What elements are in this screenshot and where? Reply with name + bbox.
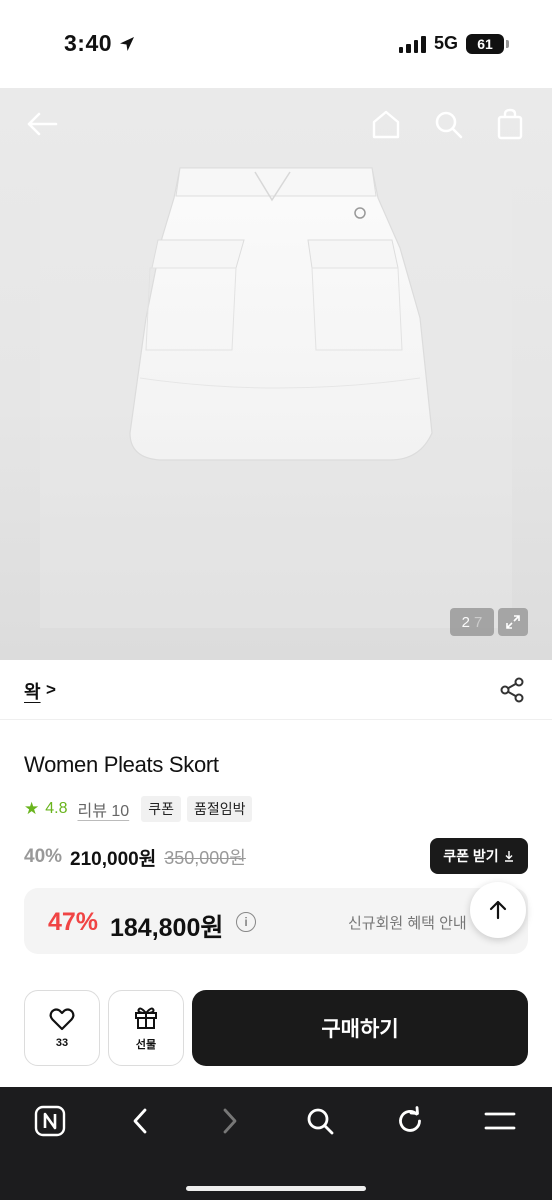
share-icon[interactable] bbox=[498, 676, 526, 704]
price-row: 40% 210,000원 350,000원 bbox=[24, 842, 246, 872]
battery-icon: 61 bbox=[466, 33, 509, 54]
product-image-gallery[interactable]: 2 7 bbox=[0, 88, 552, 660]
coupon-tag: 쿠폰 bbox=[141, 796, 181, 822]
image-counter-total: 7 bbox=[474, 613, 483, 631]
search-icon[interactable] bbox=[302, 1103, 338, 1139]
browser-toolbar bbox=[0, 1087, 552, 1200]
home-icon[interactable] bbox=[368, 106, 404, 142]
image-counter: 2 7 bbox=[450, 608, 494, 636]
gift-button[interactable]: 선물 bbox=[108, 990, 184, 1066]
original-price: 350,000원 bbox=[164, 848, 246, 868]
benefit-price: 184,800원 bbox=[110, 914, 224, 942]
status-time: 3:40 bbox=[64, 30, 113, 56]
brand-name[interactable]: 왁 bbox=[24, 678, 41, 704]
sale-price: 210,000원 bbox=[70, 848, 157, 870]
wishlist-count: 33 bbox=[55, 1037, 69, 1049]
status-bar: 3:40 5G 61 bbox=[0, 0, 552, 88]
scroll-to-top-button[interactable] bbox=[470, 882, 526, 938]
expand-icon bbox=[506, 615, 520, 629]
info-icon[interactable]: i bbox=[236, 912, 256, 932]
gift-label: 선물 bbox=[135, 1039, 157, 1051]
review-link[interactable]: 리뷰 10 bbox=[78, 797, 130, 821]
brand-row[interactable]: 왁 > bbox=[0, 660, 552, 720]
home-indicator bbox=[186, 1186, 366, 1191]
status-indicators: 5G 61 bbox=[398, 33, 509, 54]
arrow-up-icon bbox=[489, 900, 507, 920]
shopping-bag-icon[interactable] bbox=[492, 106, 528, 142]
search-icon[interactable] bbox=[430, 106, 466, 142]
benefit-note[interactable]: 신규회원 혜택 안내 bbox=[348, 912, 467, 933]
heart-icon bbox=[49, 1008, 75, 1031]
status-time-group: 3:40 bbox=[64, 30, 136, 57]
star-icon: ★ bbox=[24, 799, 40, 818]
buy-button[interactable]: 구매하기 bbox=[192, 990, 528, 1066]
back-icon[interactable] bbox=[122, 1103, 158, 1139]
download-icon bbox=[504, 851, 513, 862]
reload-icon[interactable] bbox=[392, 1103, 428, 1139]
wishlist-button[interactable]: 33 bbox=[24, 990, 100, 1066]
get-coupon-button[interactable]: 쿠폰 받기 bbox=[430, 838, 528, 874]
network-type: 5G bbox=[433, 33, 458, 53]
rating-row: ★ 4.8 리뷰 10 쿠폰 품절임박 bbox=[24, 796, 253, 822]
location-arrow-icon bbox=[120, 36, 135, 51]
gift-icon bbox=[135, 1007, 157, 1029]
forward-icon[interactable] bbox=[212, 1103, 248, 1139]
benefit-rate: 47% bbox=[48, 908, 99, 936]
get-coupon-label: 쿠폰 받기 bbox=[443, 848, 499, 864]
product-title: Women Pleats Skort bbox=[24, 752, 219, 777]
image-counter-current: 2 bbox=[461, 613, 470, 631]
signal-icon bbox=[398, 35, 426, 53]
top-nav bbox=[0, 88, 552, 158]
expand-image-button[interactable] bbox=[498, 608, 528, 636]
rating-value: 4.8 bbox=[45, 800, 68, 817]
menu-icon[interactable] bbox=[482, 1103, 518, 1139]
member-benefit-box[interactable]: 47% 184,800원 i 신규회원 혜택 안내 bbox=[24, 888, 528, 954]
back-arrow-icon[interactable] bbox=[24, 106, 60, 142]
discount-rate: 40% bbox=[24, 846, 63, 867]
low-stock-tag: 품절임박 bbox=[186, 796, 253, 822]
product-image bbox=[40, 108, 512, 628]
chevron-right-icon: > bbox=[46, 680, 56, 699]
naver-n-icon[interactable] bbox=[32, 1103, 68, 1139]
